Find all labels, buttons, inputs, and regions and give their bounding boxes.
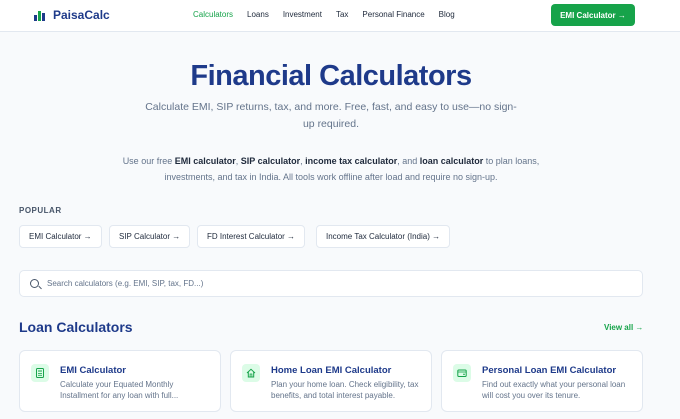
popular-label: POPULAR [19, 206, 62, 215]
page-title: Financial Calculators [190, 60, 472, 92]
popular-pill-income-tax[interactable]: Income Tax Calculator (India) → [316, 225, 451, 248]
nav-loans[interactable]: Loans [247, 10, 269, 19]
top-header: PaisaCalc Calculators Loans Investment T… [0, 0, 680, 32]
card-title: EMI Calculator [60, 365, 126, 376]
intro-loan-link[interactable]: loan calculator [420, 156, 484, 166]
card-personal-loan-emi-calculator[interactable]: Personal Loan EMI Calculator Find out ex… [441, 350, 643, 412]
card-description: Plan your home loan. Check eligibility, … [271, 380, 419, 400]
brand-logo[interactable]: PaisaCalc [33, 8, 110, 22]
hero-subtitle: Calculate EMI, SIP returns, tax, and mor… [145, 101, 517, 130]
brand-name: PaisaCalc [53, 8, 110, 22]
section-title-loan-calculators: Loan Calculators [19, 319, 133, 335]
card-description: Calculate your Equated Monthly Installme… [60, 380, 179, 400]
intro-text: , and [397, 156, 420, 166]
nav-personal-finance[interactable]: Personal Finance [362, 10, 424, 19]
card-description: Find out exactly what your personal loan… [482, 380, 626, 400]
card-title: Home Loan EMI Calculator [271, 365, 392, 376]
intro-tax-link[interactable]: income tax calculator [305, 156, 397, 166]
wallet-icon [453, 364, 471, 382]
view-all-link[interactable]: View all → [604, 323, 643, 332]
popular-pill-emi[interactable]: EMI Calculator → [19, 225, 102, 248]
intro-text: Use our free [122, 156, 175, 166]
popular-pill-fd[interactable]: FD Interest Calculator → [197, 225, 306, 248]
calculator-icon [31, 364, 49, 382]
main-nav: Calculators Loans Investment Tax Persona… [193, 10, 469, 19]
card-emi-calculator[interactable]: EMI Calculator Calculate your Equated Mo… [19, 350, 221, 412]
intro-emi-link[interactable]: EMI calculator [175, 156, 236, 166]
intro-sip-link[interactable]: SIP calculator [241, 156, 300, 166]
popular-pill-sip[interactable]: SIP Calculator → [109, 225, 191, 248]
bar-chart-logo-icon [33, 8, 47, 22]
search-bar[interactable] [19, 270, 643, 297]
card-title: Personal Loan EMI Calculator [482, 365, 617, 376]
search-icon [30, 279, 39, 288]
intro-paragraph: Use our free EMI calculator, SIP calcula… [100, 153, 562, 185]
search-input[interactable] [47, 279, 607, 288]
nav-tax[interactable]: Tax [336, 10, 348, 19]
nav-calculators[interactable]: Calculators [193, 10, 233, 19]
home-icon [242, 364, 260, 382]
nav-blog[interactable]: Blog [439, 10, 455, 19]
nav-investment[interactable]: Investment [283, 10, 322, 19]
emi-calculator-cta-button[interactable]: EMI Calculator → [551, 4, 635, 26]
card-home-loan-emi-calculator[interactable]: Home Loan EMI Calculator Plan your home … [230, 350, 432, 412]
